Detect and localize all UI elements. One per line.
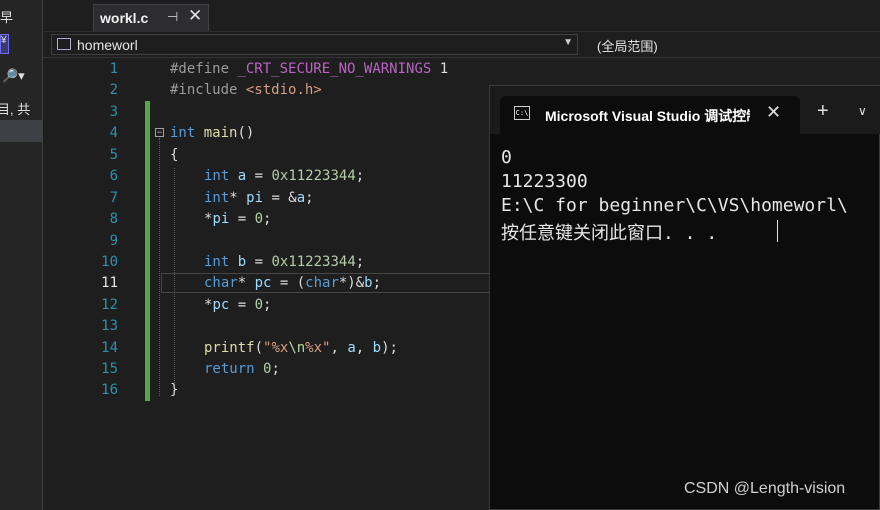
close-icon[interactable]: ✕ (766, 102, 781, 123)
chevron-down-icon: ▼ (563, 37, 573, 48)
fold-guide (159, 138, 160, 396)
chevron-down-icon[interactable]: ∨ (858, 104, 867, 118)
navigation-bar: homeworl ▼ (全局范围) (43, 32, 880, 58)
tab-label: workl.c (100, 10, 149, 26)
console-cursor (777, 220, 778, 242)
console-output-line: E:\C for beginner\C\VS\homeworl\ (501, 195, 848, 216)
line-number: 3 (109, 104, 118, 120)
watermark: CSDN @Length-vision (684, 480, 846, 497)
line-number: 6 (109, 168, 118, 184)
line-number: 10 (101, 254, 118, 270)
code-line-2: #include <stdio.h> (170, 82, 322, 98)
project-icon (57, 38, 71, 50)
code-line-12: *pc = 0; (204, 297, 272, 313)
console-title: Microsoft Visual Studio 调试控制台 (545, 108, 750, 124)
line-number: 4 (109, 125, 118, 141)
console-title-bar: C:\ Microsoft Visual Studio 调试控制台 ✕ + ∨ (490, 86, 880, 134)
code-line-10: int b = 0x11223344; (204, 254, 365, 270)
new-tab-plus-icon[interactable]: + (817, 100, 829, 123)
console-tab[interactable]: C:\ Microsoft Visual Studio 调试控制台 ✕ (500, 96, 800, 134)
code-line-8: *pi = 0; (204, 211, 272, 227)
panel-header-glyph: 早 (0, 10, 14, 25)
code-line-15: return 0; (204, 361, 280, 377)
indent-guide (174, 168, 175, 383)
code-line-16: } (170, 382, 179, 398)
panel-status-text: 目, 共 (0, 102, 31, 117)
document-tab-bar: workl.c ⊣ ✕ (43, 0, 880, 32)
change-tracking-bar (145, 101, 150, 401)
line-number: 14 (101, 340, 118, 356)
line-number: 1 (109, 61, 118, 77)
line-number: 5 (109, 147, 118, 163)
code-line-14: printf("%x\n%x", a, b); (204, 340, 398, 356)
line-number: 9 (109, 233, 118, 249)
code-line-4: int main() (170, 125, 255, 141)
close-icon[interactable]: ✕ (188, 6, 202, 26)
pin-icon[interactable]: ⊣ (167, 9, 178, 25)
project-dropdown[interactable]: homeworl ▼ (51, 34, 578, 55)
line-number-current: 11 (101, 275, 118, 291)
code-line-7: int* pi = &a; (204, 190, 314, 206)
terminal-icon: C:\ (514, 106, 530, 120)
code-line-6: int a = 0x11223344; (204, 168, 365, 184)
line-number: 15 (101, 361, 118, 377)
code-line-5: { (170, 147, 179, 163)
panel-selected-row[interactable] (0, 120, 42, 142)
code-line-1: #define _CRT_SECURE_NO_WARNINGS 1 (170, 61, 449, 77)
line-number: 12 (101, 297, 118, 313)
console-output-line: 11223300 (501, 171, 588, 192)
project-name: homeworl (77, 37, 138, 53)
tab-workl-c[interactable]: workl.c ⊣ ✕ (93, 4, 209, 31)
scope-dropdown[interactable]: (全局范围) (597, 36, 658, 55)
line-number: 13 (101, 318, 118, 334)
panel-arrow-icon[interactable]: ¥ (0, 34, 9, 54)
fold-collapse-icon[interactable]: − (155, 128, 164, 137)
line-number-gutter: 1 2 3 4 5 6 7 8 9 10 11 12 13 14 15 16 (43, 58, 118, 510)
console-output-line: 0 (501, 147, 512, 168)
debug-console-window[interactable]: C:\ Microsoft Visual Studio 调试控制台 ✕ + ∨ … (489, 85, 880, 510)
search-icon[interactable]: 🔎▾ (2, 68, 25, 84)
line-number: 16 (101, 382, 118, 398)
console-output-line: 按任意键关闭此窗口. . . (501, 223, 718, 244)
line-number: 7 (109, 190, 118, 206)
line-number: 2 (109, 82, 118, 98)
line-number: 8 (109, 211, 118, 227)
code-line-11: char* pc = (char*)&b; (204, 275, 382, 291)
solution-explorer-panel: 早 ¥ 🔎▾ 目, 共 (0, 0, 43, 510)
